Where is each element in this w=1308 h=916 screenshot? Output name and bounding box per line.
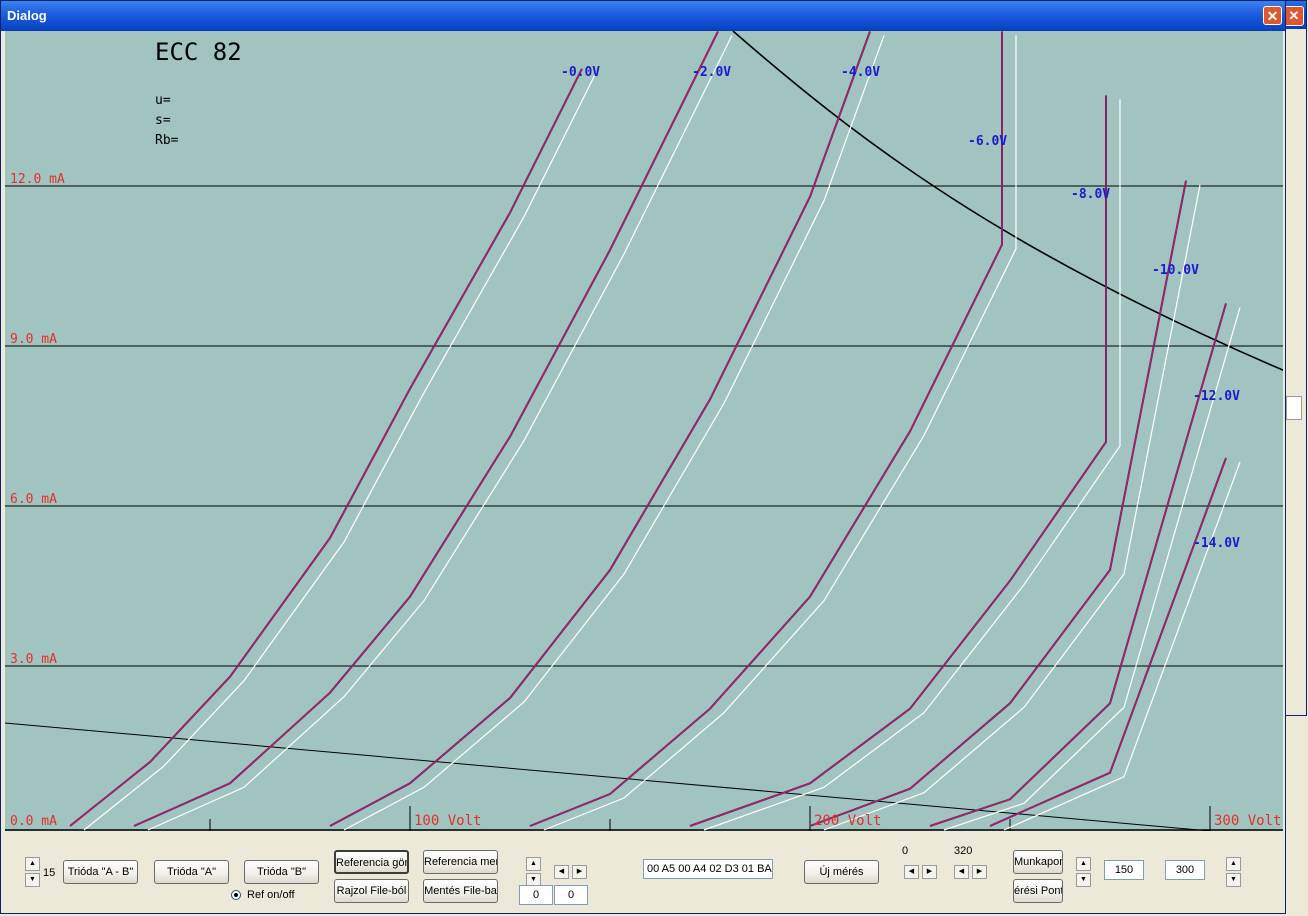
y-axis-label: 3.0 mA xyxy=(10,652,57,667)
dialog-window: Dialog ✕ 12.0 mA 9.0 mA 6.0 mA 3.0 mA 0.0 mA… xyxy=(0,0,1286,914)
grid-voltage-label: -0.0V xyxy=(561,65,600,80)
grid-voltage-label: -4.0V xyxy=(841,65,880,80)
field-b-input[interactable]: 0 xyxy=(554,885,588,905)
spin-up-icon[interactable]: ▲ xyxy=(25,857,40,871)
value-1-input[interactable]: 150 xyxy=(1104,860,1144,880)
field-right-arrow-icon[interactable]: ▶ xyxy=(572,865,587,879)
curve-blue xyxy=(929,303,1227,827)
x-axis-label: 300 Volt xyxy=(1214,813,1281,829)
grid-voltage-label: -10.0V xyxy=(1152,263,1199,278)
plot-canvas: 12.0 mA 9.0 mA 6.0 mA 3.0 mA 0.0 mA 100 Volt 2… xyxy=(5,31,1283,831)
draw-from-file-button[interactable]: Rajzol File-ból xyxy=(334,879,409,903)
y-axis-label: 12.0 mA xyxy=(10,172,65,187)
curve-blue xyxy=(329,31,871,827)
tube-name: ECC 82 xyxy=(155,38,242,66)
workpoint-button[interactable]: Munkapon xyxy=(1013,850,1063,874)
curve-red xyxy=(133,31,719,827)
ref-onoff-radio[interactable] xyxy=(231,890,241,900)
measure-point-button[interactable]: érési Pont xyxy=(1013,879,1063,903)
param-s: s= xyxy=(155,113,171,128)
x-axis-label: 200 Volt xyxy=(814,813,881,829)
trioda-ab-button[interactable]: Trióda "A - B" xyxy=(63,860,138,884)
max-left-arrow-icon[interactable]: ◀ xyxy=(954,865,969,879)
bias-line xyxy=(5,722,1211,831)
load-line xyxy=(732,31,1283,372)
grid-voltage-label: -14.0V xyxy=(1193,536,1240,551)
value-2-input[interactable]: 300 xyxy=(1165,860,1205,880)
max-right-arrow-icon[interactable]: ▶ xyxy=(972,865,987,879)
curve-red xyxy=(329,31,871,827)
hex-value-field[interactable]: 00 A5 00 A4 02 D3 01 BA xyxy=(643,859,773,879)
spin-value: 15 xyxy=(43,867,56,879)
param-rb: Rb= xyxy=(155,133,179,148)
title-bar: Dialog ✕ xyxy=(1,1,1285,31)
save-to-file-button[interactable]: Mentés File-ba xyxy=(423,879,498,903)
curve-blue xyxy=(989,457,1227,827)
curve-red xyxy=(929,303,1227,827)
y-axis-label: 9.0 mA xyxy=(10,332,57,347)
x-axis-label: 100 Volt xyxy=(414,813,481,829)
range-min-label: 0 xyxy=(902,845,909,857)
curve-white xyxy=(703,99,1121,831)
field-left-arrow-icon[interactable]: ◀ xyxy=(554,865,569,879)
value2-spin-down-icon[interactable]: ▼ xyxy=(1226,873,1241,887)
close-button[interactable]: ✕ xyxy=(1263,6,1282,25)
y-axis-label: 0.0 mA xyxy=(10,814,57,829)
min-right-arrow-icon[interactable]: ▶ xyxy=(922,865,937,879)
curve-white xyxy=(343,35,885,831)
grid-voltage-label: -6.0V xyxy=(968,134,1007,149)
curve-blue xyxy=(529,31,1003,827)
new-measurement-button[interactable]: Új mérés xyxy=(804,860,879,884)
y-axis-label: 6.0 mA xyxy=(10,492,57,507)
spin-down-icon[interactable]: ▼ xyxy=(25,873,40,887)
tube-characteristic-plot: 12.0 mA 9.0 mA 6.0 mA 3.0 mA 0.0 mA 100 Volt 2… xyxy=(5,31,1283,831)
curve-blue xyxy=(689,95,1107,827)
background-window-field xyxy=(1286,396,1302,420)
reference-curve-button[interactable]: Referencia görb xyxy=(334,850,409,874)
trioda-a-button[interactable]: Trióda "A" xyxy=(154,860,229,884)
value-spin-up-icon[interactable]: ▲ xyxy=(1076,857,1091,871)
curve-white xyxy=(147,35,733,831)
grid-voltage-label: -12.0V xyxy=(1193,389,1240,404)
control-panel: ▲ ▼ 15 Trióda "A - B" Trióda "A" Trióda … xyxy=(1,831,1285,913)
field-a-input[interactable]: 0 xyxy=(519,885,553,905)
range-max-label: 320 xyxy=(954,845,973,857)
curve-red xyxy=(989,457,1227,827)
curve-blue xyxy=(133,31,719,827)
trioda-b-button[interactable]: Trióda "B" xyxy=(244,860,319,884)
window-title: Dialog xyxy=(7,8,47,23)
reference-save-button[interactable]: Referencia menté xyxy=(423,850,498,874)
field-spin-up-icon[interactable]: ▲ xyxy=(526,857,541,871)
curve-white xyxy=(543,35,1017,831)
ref-onoff-label: Ref on/off xyxy=(247,889,295,901)
grid-voltage-label: -8.0V xyxy=(1071,187,1110,202)
grid-voltage-label: -2.0V xyxy=(692,65,731,80)
param-u: u= xyxy=(155,93,171,108)
curve-white xyxy=(943,307,1241,831)
min-left-arrow-icon[interactable]: ◀ xyxy=(904,865,919,879)
curve-red xyxy=(529,31,1003,827)
value2-spin-up-icon[interactable]: ▲ xyxy=(1226,857,1241,871)
background-close-button[interactable]: ✕ xyxy=(1284,6,1304,26)
value-spin-down-icon[interactable]: ▼ xyxy=(1076,873,1091,887)
